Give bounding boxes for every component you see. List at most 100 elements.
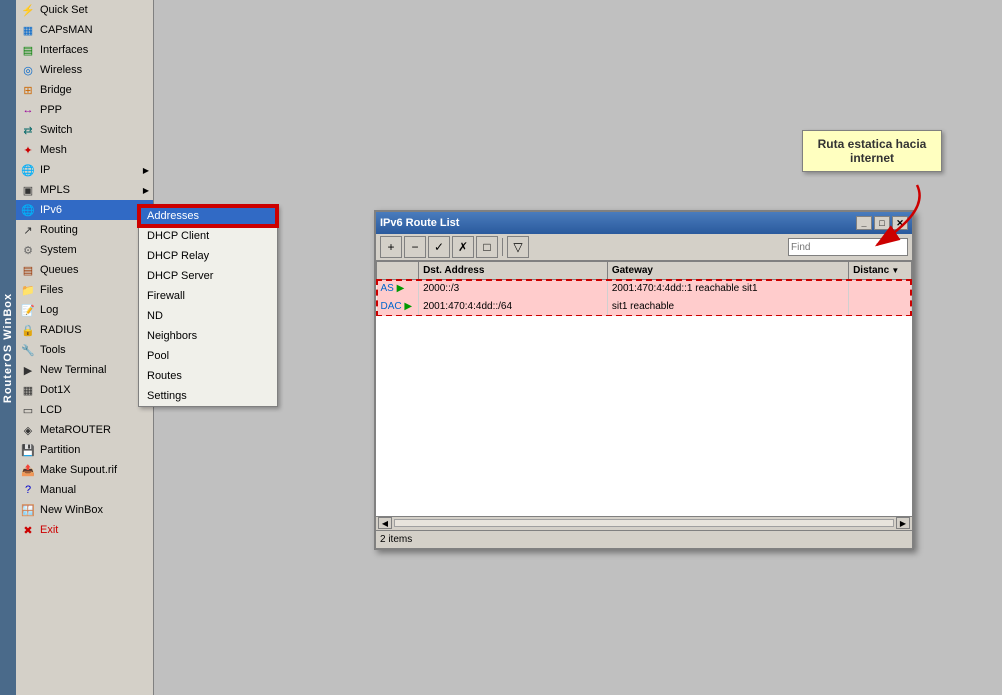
sidebar-item-tools[interactable]: 🔧 Tools <box>16 340 153 360</box>
scroll-track[interactable] <box>394 519 894 527</box>
tools-icon: 🔧 <box>20 342 36 358</box>
partition-icon: 💾 <box>20 442 36 458</box>
sidebar-item-partition[interactable]: 💾 Partition <box>16 440 153 460</box>
sidebar-item-radius[interactable]: 🔒 RADIUS <box>16 320 153 340</box>
col-type[interactable] <box>377 262 419 280</box>
switch-icon: ⇄ <box>20 122 36 138</box>
winbox-label: RouterOS WinBox <box>0 0 16 695</box>
route-window-titlebar[interactable]: IPv6 Route List _ □ ✕ <box>376 212 912 234</box>
files-icon: 📁 <box>20 282 36 298</box>
check-button[interactable]: ✓ <box>428 236 450 258</box>
sidebar-item-ip[interactable]: 🌐 IP <box>16 160 153 180</box>
sidebar-item-ipv6[interactable]: 🌐 IPv6 <box>16 200 153 220</box>
mpls-icon: ▣ <box>20 182 36 198</box>
queues-icon: ▤ <box>20 262 36 278</box>
radius-icon: 🔒 <box>20 322 36 338</box>
sidebar-item-switch[interactable]: ⇄ Switch <box>16 120 153 140</box>
sidebar-item-routing[interactable]: ↗ Routing <box>16 220 153 240</box>
mesh-icon: ✦ <box>20 142 36 158</box>
row-dst-1: 2000::/3 <box>419 280 608 298</box>
interfaces-icon: ▤ <box>20 42 36 58</box>
sidebar-item-lcd[interactable]: ▭ LCD <box>16 400 153 420</box>
scroll-left-button[interactable]: ◀ <box>378 517 392 529</box>
row-gateway-1: 2001:470:4:4dd::1 reachable sit1 <box>607 280 848 298</box>
wireless-icon: ◎ <box>20 62 36 78</box>
row-distance-1 <box>849 280 912 298</box>
sidebar-item-manual[interactable]: ? Manual <box>16 480 153 500</box>
terminal-icon: ▶ <box>20 362 36 378</box>
route-window: IPv6 Route List _ □ ✕ + − ✓ ✗ □ ▽ Dst. A… <box>374 210 914 550</box>
submenu-item-dhcp-client[interactable]: DHCP Client <box>139 226 277 246</box>
sidebar-item-quickset[interactable]: ⚡ Quick Set <box>16 0 153 20</box>
newwinbox-icon: 🪟 <box>20 502 36 518</box>
copy-button[interactable]: □ <box>476 236 498 258</box>
route-statusbar: 2 items <box>376 530 912 548</box>
submenu-item-dhcp-server[interactable]: DHCP Server <box>139 266 277 286</box>
add-button[interactable]: + <box>380 236 402 258</box>
ipv6-submenu: Addresses DHCP Client DHCP Relay DHCP Se… <box>138 205 278 407</box>
submenu-item-firewall[interactable]: Firewall <box>139 286 277 306</box>
make-icon: 📤 <box>20 462 36 478</box>
exit-icon: ✖ <box>20 522 36 538</box>
submenu-item-settings[interactable]: Settings <box>139 386 277 406</box>
submenu-item-dhcp-relay[interactable]: DHCP Relay <box>139 246 277 266</box>
sidebar-item-make-supout[interactable]: 📤 Make Supout.rif <box>16 460 153 480</box>
sidebar-item-interfaces[interactable]: ▤ Interfaces <box>16 40 153 60</box>
toolbar-separator <box>502 238 503 256</box>
sidebar-item-queues[interactable]: ▤ Queues <box>16 260 153 280</box>
routing-icon: ↗ <box>20 222 36 238</box>
sidebar-item-files[interactable]: 📁 Files <box>16 280 153 300</box>
submenu-item-routes[interactable]: Routes <box>139 366 277 386</box>
submenu-item-addresses[interactable]: Addresses <box>139 206 277 226</box>
row-type-1: AS ▶ <box>377 280 419 298</box>
sidebar-item-capsman[interactable]: ▦ CAPsMAN <box>16 20 153 40</box>
filter-button[interactable]: ▽ <box>507 236 529 258</box>
red-arrow-svg <box>847 175 947 255</box>
sidebar-item-log[interactable]: 📝 Log <box>16 300 153 320</box>
sidebar-item-exit[interactable]: ✖ Exit <box>16 520 153 540</box>
dot1x-icon: ▦ <box>20 382 36 398</box>
sidebar-item-mesh[interactable]: ✦ Mesh <box>16 140 153 160</box>
submenu-item-nd[interactable]: ND <box>139 306 277 326</box>
sidebar-item-new-winbox[interactable]: 🪟 New WinBox <box>16 500 153 520</box>
remove-button[interactable]: − <box>404 236 426 258</box>
row-gateway-2: sit1 reachable <box>607 298 848 316</box>
cross-button[interactable]: ✗ <box>452 236 474 258</box>
table-header-row: Dst. Address Gateway Distanc <box>377 262 912 280</box>
callout-tooltip: Ruta estatica hacia internet <box>802 130 942 172</box>
col-dst-address[interactable]: Dst. Address <box>419 262 608 280</box>
quickset-icon: ⚡ <box>20 2 36 18</box>
sidebar: ⚡ Quick Set ▦ CAPsMAN ▤ Interfaces ◎ Wir… <box>16 0 154 695</box>
col-gateway[interactable]: Gateway <box>607 262 848 280</box>
lcd-icon: ▭ <box>20 402 36 418</box>
route-toolbar: + − ✓ ✗ □ ▽ <box>376 234 912 261</box>
ipv6-icon: 🌐 <box>20 202 36 218</box>
row-type-2: DAC ▶ <box>377 298 419 316</box>
sidebar-item-new-terminal[interactable]: ▶ New Terminal <box>16 360 153 380</box>
bridge-icon: ⊞ <box>20 82 36 98</box>
manual-icon: ? <box>20 482 36 498</box>
log-icon: 📝 <box>20 302 36 318</box>
submenu-item-pool[interactable]: Pool <box>139 346 277 366</box>
sidebar-item-wireless[interactable]: ◎ Wireless <box>16 60 153 80</box>
col-distance[interactable]: Distanc <box>849 262 912 280</box>
table-empty-space <box>376 316 912 516</box>
sidebar-item-mpls[interactable]: ▣ MPLS <box>16 180 153 200</box>
capsman-icon: ▦ <box>20 22 36 38</box>
table-row[interactable]: DAC ▶ 2001:470:4:4dd::/64 sit1 reachable <box>377 298 912 316</box>
main-area: Ruta estatica hacia internet IPv6 Route … <box>154 0 1002 695</box>
scroll-right-button[interactable]: ▶ <box>896 517 910 529</box>
row-distance-2 <box>849 298 912 316</box>
submenu-item-neighbors[interactable]: Neighbors <box>139 326 277 346</box>
route-table: Dst. Address Gateway Distanc AS ▶ 2000::… <box>376 261 912 316</box>
sidebar-item-system[interactable]: ⚙ System <box>16 240 153 260</box>
sidebar-item-dot1x[interactable]: ▦ Dot1X <box>16 380 153 400</box>
sidebar-item-metarouter[interactable]: ◈ MetaROUTER <box>16 420 153 440</box>
ip-icon: 🌐 <box>20 162 36 178</box>
sidebar-item-bridge[interactable]: ⊞ Bridge <box>16 80 153 100</box>
system-icon: ⚙ <box>20 242 36 258</box>
route-table-container: Dst. Address Gateway Distanc AS ▶ 2000::… <box>376 261 912 316</box>
table-row[interactable]: AS ▶ 2000::/3 2001:470:4:4dd::1 reachabl… <box>377 280 912 298</box>
metarouter-icon: ◈ <box>20 422 36 438</box>
sidebar-item-ppp[interactable]: ↔ PPP <box>16 100 153 120</box>
